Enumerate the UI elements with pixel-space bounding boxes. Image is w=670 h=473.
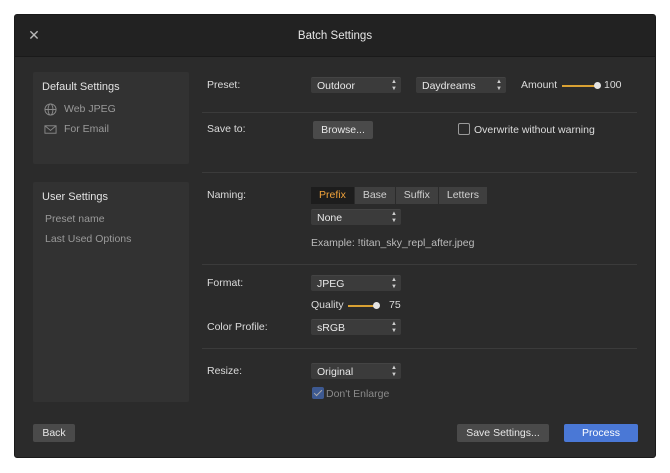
amount-slider-track[interactable] [562, 85, 598, 87]
batch-settings-window: ✕ Batch Settings Default Settings Web JP… [14, 14, 656, 458]
tab-base[interactable]: Base [354, 187, 395, 204]
dropdown-arrows-icon: ▲ ▼ [496, 78, 502, 92]
user-preset-name[interactable]: Preset name [45, 213, 105, 225]
dropdown-arrows-icon: ▲ ▼ [391, 78, 397, 92]
preset-label: Preset: [207, 79, 241, 91]
naming-value: None [317, 212, 343, 224]
process-button[interactable]: Process [564, 424, 638, 442]
resize-label: Resize: [207, 365, 243, 377]
user-last-used-options[interactable]: Last Used Options [45, 233, 131, 245]
preset-label: Web JPEG [64, 103, 116, 115]
title-bar: ✕ Batch Settings [15, 15, 655, 57]
preset-style-value: Daydreams [422, 80, 476, 92]
resize-value: Original [317, 366, 354, 378]
dropdown-arrows-icon: ▲ ▼ [391, 276, 397, 290]
divider [202, 172, 637, 173]
amount-value: 100 [604, 79, 622, 91]
naming-example: Example: !titan_sky_repl_after.jpeg [311, 237, 475, 249]
window-title: Batch Settings [297, 30, 373, 42]
quality-slider-knob[interactable] [373, 302, 380, 309]
quality-value: 75 [389, 299, 401, 311]
color-profile-value: sRGB [317, 322, 346, 334]
save-to-label: Save to: [207, 123, 246, 135]
format-value: JPEG [317, 278, 345, 290]
back-button[interactable]: Back [33, 424, 75, 442]
naming-label: Naming: [207, 189, 247, 201]
browse-button[interactable]: Browse... [313, 121, 373, 139]
divider [202, 264, 637, 265]
format-label: Format: [207, 277, 244, 289]
quality-label: Quality [311, 299, 344, 311]
resize-dropdown[interactable]: Original ▲ ▼ [311, 363, 401, 379]
user-settings-heading: User Settings [42, 191, 109, 203]
overwrite-label: Overwrite without warning [474, 124, 595, 136]
color-profile-dropdown[interactable]: sRGB ▲ ▼ [311, 319, 401, 335]
color-profile-label: Color Profile: [207, 321, 268, 333]
naming-dropdown[interactable]: None ▲ ▼ [311, 209, 401, 225]
globe-icon [44, 102, 57, 116]
tab-letters[interactable]: Letters [438, 187, 487, 204]
amount-slider-knob[interactable] [594, 82, 601, 89]
preset-web-jpeg[interactable]: Web JPEG [44, 101, 116, 117]
format-dropdown[interactable]: JPEG ▲ ▼ [311, 275, 401, 291]
preset-category-value: Outdoor [317, 80, 355, 92]
default-settings-panel: Default Settings Web JPEG For Email [33, 72, 189, 164]
divider [202, 348, 637, 349]
dropdown-arrows-icon: ▲ ▼ [391, 210, 397, 224]
naming-tabs: Prefix Base Suffix Letters [311, 187, 487, 204]
tab-suffix[interactable]: Suffix [395, 187, 438, 204]
save-settings-button[interactable]: Save Settings... [457, 424, 549, 442]
tab-prefix[interactable]: Prefix [311, 187, 354, 204]
user-settings-panel: User Settings Preset name Last Used Opti… [33, 182, 189, 402]
envelope-icon [44, 124, 57, 134]
default-settings-heading: Default Settings [42, 81, 120, 93]
amount-label: Amount [521, 79, 558, 91]
dont-enlarge-label: Don't Enlarge [326, 388, 390, 400]
overwrite-checkbox[interactable] [458, 123, 470, 135]
preset-label: For Email [64, 123, 109, 135]
preset-for-email[interactable]: For Email [44, 121, 109, 137]
preset-category-dropdown[interactable]: Outdoor ▲ ▼ [311, 77, 401, 93]
dropdown-arrows-icon: ▲ ▼ [391, 320, 397, 334]
dont-enlarge-checkbox[interactable] [312, 387, 324, 399]
preset-style-dropdown[interactable]: Daydreams ▲ ▼ [416, 77, 506, 93]
dropdown-arrows-icon: ▲ ▼ [391, 364, 397, 378]
divider [202, 112, 637, 113]
